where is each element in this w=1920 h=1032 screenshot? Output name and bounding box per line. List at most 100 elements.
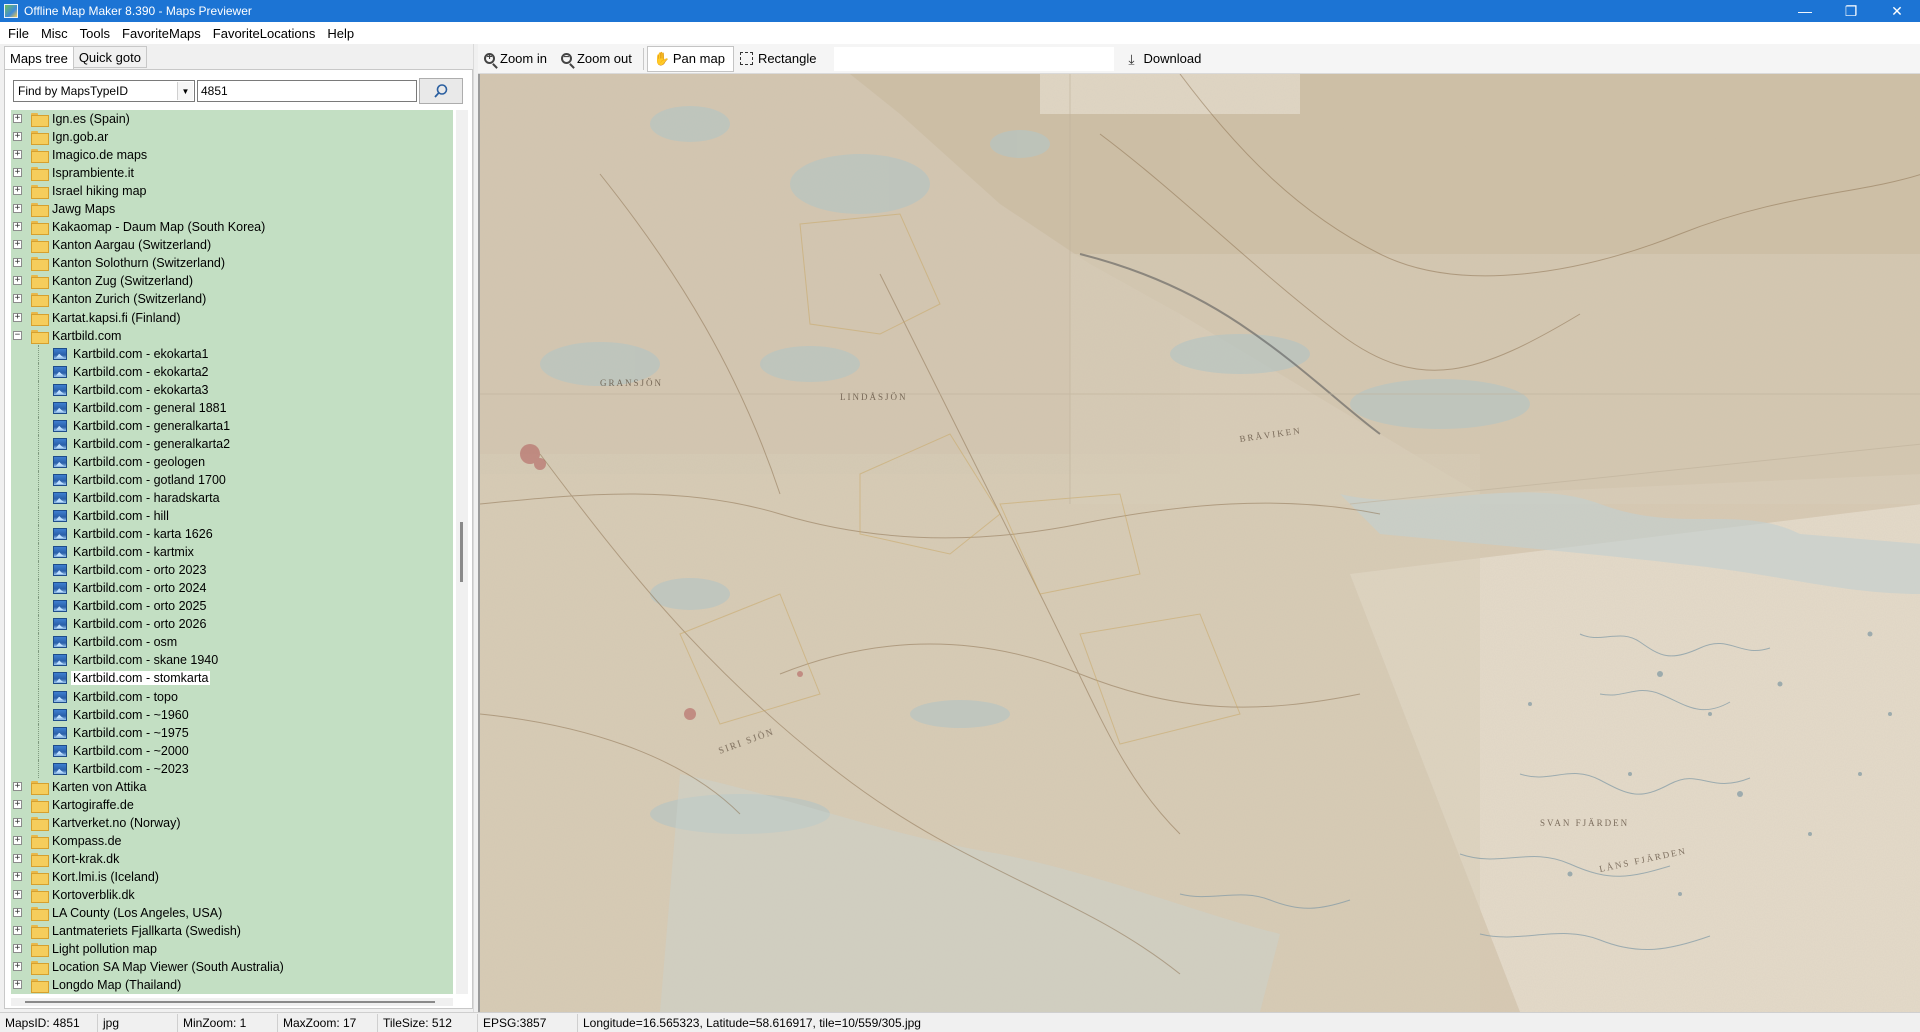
tree-item-folder[interactable]: + Ign.es (Spain) — [11, 110, 453, 128]
expand-icon[interactable]: + — [13, 853, 22, 863]
tree-horizontal-scrollbar[interactable] — [11, 998, 453, 1006]
tree-item-map[interactable]: Kartbild.com - ~1960 — [11, 705, 453, 724]
tree-item-map[interactable]: Kartbild.com - generalkarta2 — [11, 434, 453, 453]
tree-item-folder[interactable]: + Kort.lmi.is (Iceland) — [11, 868, 453, 886]
expand-icon[interactable]: + — [13, 871, 22, 881]
menu-help[interactable]: Help — [323, 26, 362, 41]
tree-item-folder[interactable]: + LA County (Los Angeles, USA) — [11, 904, 453, 922]
zoom-out-button[interactable]: − Zoom out — [555, 46, 640, 72]
expand-icon[interactable]: + — [13, 132, 22, 142]
tree-item-map[interactable]: Kartbild.com - generalkarta1 — [11, 416, 453, 435]
chevron-down-icon[interactable]: ▼ — [177, 82, 193, 100]
expand-icon[interactable]: + — [13, 962, 22, 972]
tree-item-map[interactable]: Kartbild.com - orto 2026 — [11, 615, 453, 634]
pan-map-button[interactable]: ✋ Pan map — [646, 45, 734, 72]
tree-item-folder[interactable]: + Location SA Map Viewer (South Australia… — [11, 958, 453, 976]
tree-item-map[interactable]: Kartbild.com - haradskarta — [11, 488, 453, 507]
expand-icon[interactable]: + — [13, 294, 22, 304]
menu-favorite-maps[interactable]: FavoriteMaps — [118, 26, 209, 41]
tree-item-folder[interactable]: + Kanton Zug (Switzerland) — [11, 272, 453, 290]
scrollbar-thumb[interactable] — [460, 522, 463, 582]
tree-item-folder[interactable]: − Kartbild.com — [11, 327, 453, 345]
tree-item-map[interactable]: Kartbild.com - ekokarta1 — [11, 344, 453, 363]
tree-item-map[interactable]: Kartbild.com - ekokarta3 — [11, 380, 453, 399]
expand-icon[interactable]: + — [13, 781, 22, 791]
expand-icon[interactable]: + — [13, 817, 22, 827]
collapse-icon[interactable]: − — [13, 330, 22, 340]
expand-icon[interactable]: + — [13, 926, 22, 936]
rectangle-button[interactable]: Rectangle — [734, 46, 825, 72]
expand-icon[interactable]: + — [13, 312, 22, 322]
close-button[interactable]: ✕ — [1874, 0, 1920, 22]
tree-item-folder[interactable]: + Ign.gob.ar — [11, 128, 453, 146]
tree-item-folder[interactable]: + Lantmateriets Fjallkarta (Swedish) — [11, 922, 453, 940]
tree-item-map[interactable]: Kartbild.com - osm — [11, 633, 453, 652]
expand-icon[interactable]: + — [13, 114, 22, 123]
expand-icon[interactable]: + — [13, 980, 22, 990]
tree-item-map[interactable]: Kartbild.com - geologen — [11, 452, 453, 471]
tree-item-folder[interactable]: + Kanton Solothurn (Switzerland) — [11, 254, 453, 272]
expand-icon[interactable]: + — [13, 908, 22, 918]
expand-icon[interactable]: + — [13, 204, 22, 214]
zoom-in-button[interactable]: + Zoom in — [478, 46, 555, 72]
expand-icon[interactable]: + — [13, 240, 22, 250]
tree-item-folder[interactable]: + Kort-krak.dk — [11, 850, 453, 868]
tree-item-folder[interactable]: + Kortoverblik.dk — [11, 886, 453, 904]
map-image[interactable]: BRÅVIKEN SVAN FJÄRDEN LÅNS FJÄRDEN GRANS… — [480, 74, 1920, 1012]
expand-icon[interactable]: + — [13, 168, 22, 178]
expand-icon[interactable]: + — [13, 944, 22, 954]
tree-item-map[interactable]: Kartbild.com - general 1881 — [11, 398, 453, 417]
tree-item-folder[interactable]: + Kartverket.no (Norway) — [11, 814, 453, 832]
tree-item-map[interactable]: Kartbild.com - ekokarta2 — [11, 362, 453, 381]
tree-item-map[interactable]: Kartbild.com - ~2023 — [11, 759, 453, 778]
tree-item-folder[interactable]: + Israel hiking map — [11, 182, 453, 200]
tree-item-folder[interactable]: + Kartat.kapsi.fi (Finland) — [11, 309, 453, 327]
tree-item-folder[interactable]: + Imagico.de maps — [11, 146, 453, 164]
tree-vertical-scrollbar[interactable] — [456, 110, 468, 994]
tab-maps-tree[interactable]: Maps tree — [4, 46, 74, 70]
expand-icon[interactable]: + — [13, 799, 22, 809]
tree-item-folder[interactable]: + Kanton Aargau (Switzerland) — [11, 236, 453, 254]
tree-item-folder[interactable]: + Kompass.de — [11, 832, 453, 850]
tree-item-folder[interactable]: + Kanton Zurich (Switzerland) — [11, 290, 453, 308]
tree-item-map[interactable]: Kartbild.com - ~2000 — [11, 741, 453, 760]
expand-icon[interactable]: + — [13, 222, 22, 232]
tree-item-folder[interactable]: + Karten von Attika — [11, 778, 453, 796]
tree-item-map[interactable]: Kartbild.com - ~1975 — [11, 723, 453, 742]
expand-icon[interactable]: + — [13, 186, 22, 196]
tree-item-map[interactable]: Kartbild.com - karta 1626 — [11, 525, 453, 544]
tree-item-map[interactable]: Kartbild.com - kartmix — [11, 543, 453, 562]
download-button[interactable]: ⤓ Download — [1118, 46, 1209, 72]
scrollbar-thumb[interactable] — [25, 1001, 435, 1003]
tree-item-map[interactable]: Kartbild.com - orto 2023 — [11, 561, 453, 580]
tree-item-folder[interactable]: + Isprambiente.it — [11, 164, 453, 182]
tree-item-folder[interactable]: + Light pollution map — [11, 940, 453, 958]
expand-icon[interactable]: + — [13, 276, 22, 286]
menu-favorite-locations[interactable]: FavoriteLocations — [209, 26, 324, 41]
tree-item-map[interactable]: Kartbild.com - orto 2024 — [11, 579, 453, 598]
expand-icon[interactable]: + — [13, 150, 22, 160]
tree-item-map[interactable]: Kartbild.com - orto 2025 — [11, 597, 453, 616]
search-button[interactable] — [419, 78, 463, 104]
tree-item-map[interactable]: Kartbild.com - hill — [11, 507, 453, 526]
tree-item-folder[interactable]: + Longdo Map (Thailand) — [11, 976, 453, 994]
tree-item-map[interactable]: Kartbild.com - gotland 1700 — [11, 470, 453, 489]
tree-item-folder[interactable]: + Jawg Maps — [11, 200, 453, 218]
search-input[interactable] — [197, 80, 417, 102]
map-view[interactable]: BRÅVIKEN SVAN FJÄRDEN LÅNS FJÄRDEN GRANS… — [478, 74, 1920, 1012]
minimize-button[interactable]: — — [1782, 0, 1828, 22]
menu-misc[interactable]: Misc — [37, 26, 76, 41]
find-by-select[interactable]: Find by MapsTypeID ▼ — [13, 80, 195, 102]
menu-file[interactable]: File — [4, 26, 37, 41]
expand-icon[interactable]: + — [13, 835, 22, 845]
tree-item-folder[interactable]: + Kartogiraffe.de — [11, 796, 453, 814]
expand-icon[interactable]: + — [13, 890, 22, 900]
restore-button[interactable]: ❐ — [1828, 0, 1874, 22]
menu-tools[interactable]: Tools — [76, 26, 118, 41]
tree-item-map[interactable]: Kartbild.com - topo — [11, 687, 453, 706]
expand-icon[interactable]: + — [13, 258, 22, 268]
tree-item-map[interactable]: Kartbild.com - skane 1940 — [11, 651, 453, 670]
tree-item-folder[interactable]: + Kakaomap - Daum Map (South Korea) — [11, 218, 453, 236]
tree-item-map[interactable]: Kartbild.com - stomkarta — [11, 669, 453, 688]
tab-quick-goto[interactable]: Quick goto — [72, 46, 147, 68]
